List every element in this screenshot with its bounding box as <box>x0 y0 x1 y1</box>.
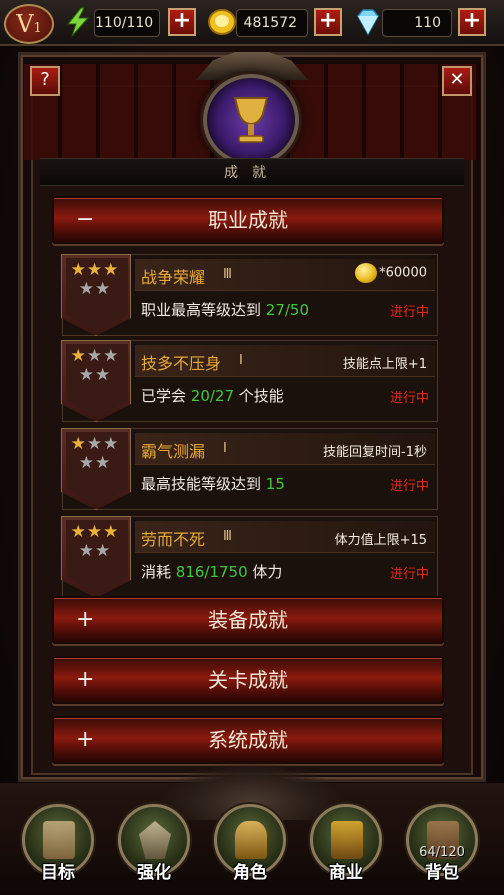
achievement-card[interactable]: ★★★ ★★ 霸气测漏 技能回复时间-1秒 Ⅰ 最高技能等级达到 15 进行中 <box>61 428 438 510</box>
achievement-card[interactable]: ★★★ ★★ 劳而不死 体力值上限+15 Ⅲ 消耗 816/1750 体力 进行中 <box>61 516 438 598</box>
expand-icon: + <box>76 607 95 632</box>
category-equipment-label: 装备成就 <box>208 608 288 632</box>
achievement-description: 已学会 20/27 个技能 <box>141 387 284 405</box>
nav-enhance-label: 强化 <box>137 863 171 883</box>
resource-bar: V1 110/110 + 481572 + 110 + <box>0 0 504 46</box>
add-gold-button[interactable]: + <box>314 8 342 36</box>
vip-level: 1 <box>33 21 42 36</box>
achievement-card[interactable]: ★★★ ★★ 技多不压身 技能点上限+1 Ⅰ 已学会 20/27 个技能 进行中 <box>61 340 438 422</box>
diamond-value: 110 <box>382 9 452 37</box>
silver-stars-icon: ★★ <box>78 541 112 561</box>
chalice-emblem <box>203 74 299 166</box>
category-career-label: 职业成就 <box>208 208 288 232</box>
silver-stars-icon: ★★ <box>78 453 112 473</box>
gold-coin-icon <box>355 263 378 283</box>
add-diamond-button[interactable]: + <box>458 8 486 36</box>
vip-letter: V <box>16 10 34 38</box>
achievement-badge: ★★★ ★★ <box>61 340 131 422</box>
energy-value: 110/110 <box>94 9 160 37</box>
achievement-reward: 技能回复时间-1秒 <box>323 445 427 460</box>
achievement-status: 进行中 <box>389 391 429 406</box>
category-stage-label: 关卡成就 <box>208 668 288 692</box>
category-equipment-header[interactable]: + 装备成就 <box>52 596 444 644</box>
diamond-icon <box>357 9 379 36</box>
achievement-description: 职业最高等级达到 27/50 <box>141 301 310 319</box>
achievement-tier: Ⅰ <box>223 441 227 456</box>
achievement-progress: 15 <box>265 475 285 493</box>
star-rating: ★★★ ★★ <box>62 435 128 473</box>
page-title: 成就 <box>40 158 464 186</box>
achievement-status: 进行中 <box>389 479 429 494</box>
nav-bag-label: 背包 <box>425 863 459 883</box>
achievement-description: 消耗 816/1750 体力 <box>141 563 283 581</box>
gold-value: 481572 <box>236 9 308 37</box>
achievement-name: 劳而不死 <box>141 530 206 549</box>
category-system-header[interactable]: + 系统成就 <box>52 716 444 764</box>
star-rating: ★★★ ★★ <box>62 261 128 299</box>
expand-icon: + <box>76 667 95 692</box>
category-system-label: 系统成就 <box>208 728 288 752</box>
achievement-progress: 27/50 <box>265 301 310 319</box>
expand-icon: + <box>76 727 95 752</box>
silver-stars-icon: ★★ <box>78 279 112 299</box>
help-button[interactable]: ? <box>30 66 60 96</box>
gold-coin-icon <box>208 9 236 35</box>
achievement-name: 技多不压身 <box>141 354 222 373</box>
achievement-status: 进行中 <box>389 305 429 320</box>
nav-goals-label: 目标 <box>41 863 75 883</box>
treasure-chest-icon <box>331 821 363 859</box>
achievement-badge: ★★★ ★★ <box>61 516 131 598</box>
nav-shop-label: 商业 <box>329 863 363 883</box>
nav-character-label: 角色 <box>233 863 267 883</box>
category-stage-header[interactable]: + 关卡成就 <box>52 656 444 704</box>
gold-stars-icon: ★★★ <box>70 260 120 280</box>
achievement-reward: 体力值上限+15 <box>334 533 427 548</box>
gold-stars-icon: ★★★ <box>70 522 120 542</box>
collapse-icon: − <box>76 207 95 232</box>
achievement-status: 进行中 <box>389 567 429 582</box>
crystal-icon <box>139 821 171 859</box>
add-energy-button[interactable]: + <box>168 8 196 36</box>
achievement-tier: Ⅲ <box>223 529 232 544</box>
achievement-reward: *60000 <box>355 263 427 283</box>
achievement-tier: Ⅰ <box>239 353 243 368</box>
achievement-progress: 20/27 <box>190 387 235 405</box>
star-rating: ★★★ ★★ <box>62 347 128 385</box>
achievement-progress: 816/1750 <box>175 563 248 581</box>
gold-stars-icon: ★★★ <box>70 434 120 454</box>
star-rating: ★★★ ★★ <box>62 523 128 561</box>
achievement-tier: Ⅲ <box>223 267 232 282</box>
chalice-icon <box>233 97 269 143</box>
achievement-name: 霸气测漏 <box>141 442 206 461</box>
gold-stars-icon: ★★★ <box>70 346 120 366</box>
vip-badge[interactable]: V1 <box>4 4 54 44</box>
category-career-header[interactable]: − 职业成就 <box>52 196 444 244</box>
helmet-icon <box>235 821 267 859</box>
achievement-badge: ★★★ ★★ <box>61 254 131 336</box>
achievement-card[interactable]: ★★★ ★★ 战争荣耀 *60000 Ⅲ 职业最高等级达到 27/50 进行中 <box>61 254 438 336</box>
achievement-screen: V1 110/110 + 481572 + 110 + ? ✕ 成就 − 职业成… <box>0 0 504 895</box>
achievement-reward: 技能点上限+1 <box>342 357 427 372</box>
achievement-name: 战争荣耀 <box>141 268 206 287</box>
achievement-description: 最高技能等级达到 15 <box>141 475 285 493</box>
map-scroll-icon <box>43 821 75 859</box>
close-button[interactable]: ✕ <box>442 66 472 96</box>
silver-stars-icon: ★★ <box>78 365 112 385</box>
energy-lightning-icon <box>66 7 90 37</box>
achievement-badge: ★★★ ★★ <box>61 428 131 510</box>
